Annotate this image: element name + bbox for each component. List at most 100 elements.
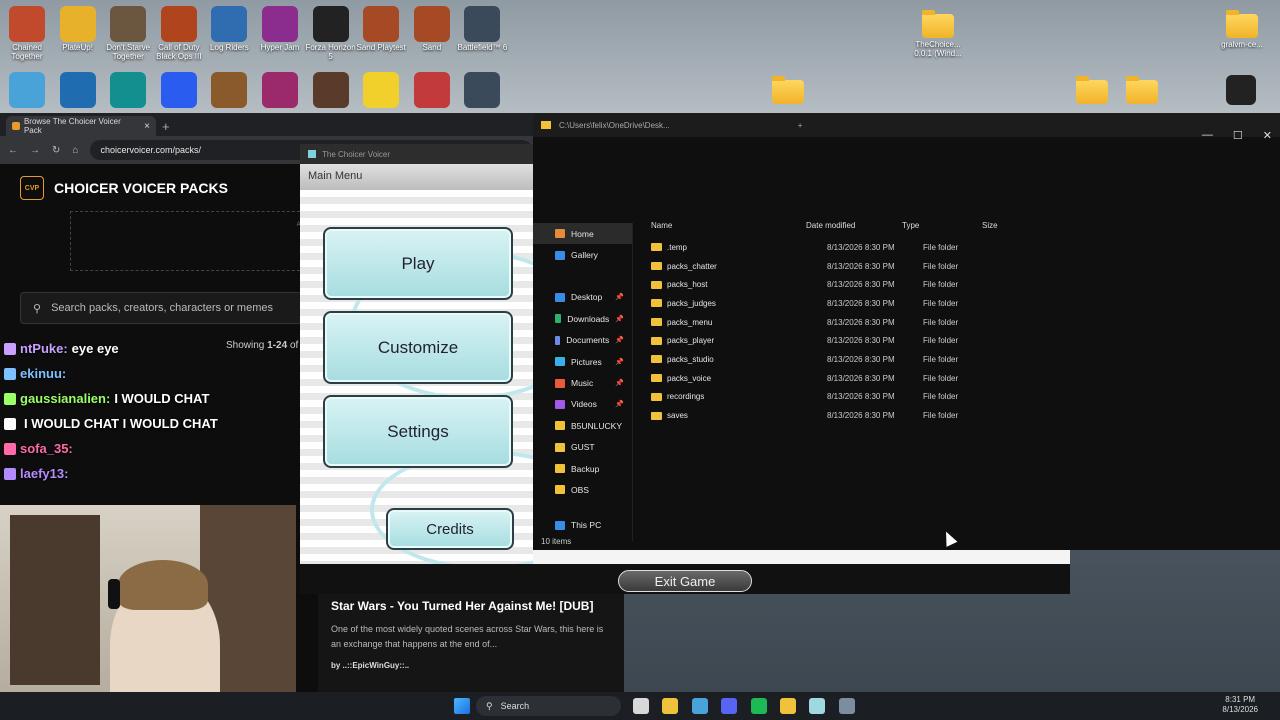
sidebar-item-gust[interactable]: GUST <box>533 437 632 458</box>
desktop-shortcut-label: Sand <box>422 43 442 52</box>
folder-icon <box>555 442 565 452</box>
system-clock[interactable]: 8:31 PM 8/13/2026 <box>1222 695 1258 715</box>
discord-icon[interactable] <box>721 698 738 714</box>
desktop-shortcut[interactable] <box>455 72 509 110</box>
spotify-icon[interactable] <box>750 698 767 714</box>
home-icon[interactable]: ⌂ <box>72 145 78 156</box>
desktop-shortcut[interactable]: Sand Playtest <box>354 6 408 53</box>
desktop-shortcut[interactable]: Battlefield™ 6 <box>455 6 509 53</box>
site-logo[interactable]: CVP <box>20 176 44 200</box>
app-icon <box>9 72 45 108</box>
file-row[interactable]: packs_player 8/13/2026 8:30 PM File folder <box>651 331 1071 350</box>
chatgpt-icon[interactable] <box>1226 75 1256 105</box>
desktop-shortcut[interactable] <box>101 72 155 110</box>
explorer-icon[interactable] <box>780 698 796 714</box>
sidebar-item-b5unlucky[interactable]: B5UNLUCKY <box>533 415 632 436</box>
desktop-shortcut[interactable] <box>51 72 105 110</box>
desktop-folder-label: TheChoice... 0.0.1 (Wind... <box>914 40 962 58</box>
browser-tabbar: Browse The Choicer Voicer Pack × + <box>0 113 540 136</box>
start-icon[interactable] <box>454 698 470 714</box>
widgets-icon[interactable] <box>633 698 649 714</box>
taskbar: ⚲ Search 8:31 PM 8/13/2026 <box>0 692 1280 720</box>
sidebar-item-gallery[interactable]: Gallery <box>533 244 632 265</box>
notepad-icon[interactable] <box>809 698 826 714</box>
sidebar-item-desktop[interactable]: Desktop 📌 <box>533 287 632 308</box>
desktop-shortcut[interactable]: Chained Together <box>0 6 54 62</box>
file-row[interactable]: packs_menu 8/13/2026 8:30 PM File folder <box>651 313 1071 332</box>
desktop-shortcut[interactable]: Hyper Jam <box>253 6 307 53</box>
desktop-shortcut[interactable] <box>0 72 54 110</box>
app-icon <box>464 72 501 108</box>
file-row[interactable]: packs_host 8/13/2026 8:30 PM File folder <box>651 275 1071 294</box>
desktop-folder[interactable] <box>1114 74 1170 107</box>
close-tab-icon[interactable]: × <box>144 121 150 132</box>
file-row[interactable]: saves 8/13/2026 8:30 PM File folder <box>651 406 1071 425</box>
customize-button[interactable]: Customize <box>323 311 513 384</box>
close-icon[interactable]: ✕ <box>1263 129 1272 142</box>
col-size[interactable]: Size <box>982 221 1032 233</box>
col-date[interactable]: Date modified <box>806 221 902 233</box>
minimize-icon[interactable]: — <box>1202 129 1213 142</box>
clock-time: 8:31 PM <box>1225 695 1256 704</box>
sidebar-item-label: OBS <box>571 484 589 495</box>
file-row[interactable]: recordings 8/13/2026 8:30 PM File folder <box>651 388 1071 407</box>
credits-button[interactable]: Credits <box>386 508 514 550</box>
sidebar-item-backup[interactable]: Backup <box>533 458 632 479</box>
taskbar-search-label: Search <box>500 701 530 711</box>
desktop-shortcut[interactable]: Call of Duty Black Ops III <box>152 6 206 62</box>
new-tab-icon[interactable]: + <box>162 119 170 134</box>
pack-search-input[interactable]: ⚲ Search packs, creators, characters or … <box>20 292 310 324</box>
desktop-shortcut[interactable] <box>253 72 307 110</box>
settings-icon[interactable] <box>838 698 855 714</box>
taskbar-search[interactable]: ⚲ Search <box>476 696 621 716</box>
file-row[interactable]: .temp 8/13/2026 8:30 PM File folder <box>651 238 1071 257</box>
sidebar-item-downloads[interactable]: Downloads 📌 <box>533 308 632 329</box>
sidebar-item-documents[interactable]: Documents 📌 <box>533 330 632 351</box>
desktop-shortcut[interactable] <box>152 72 206 110</box>
pack-card[interactable]: Star Wars - You Turned Her Against Me! [… <box>318 592 624 692</box>
reload-icon[interactable]: ↻ <box>52 145 60 156</box>
sidebar-item-music[interactable]: Music 📌 <box>533 372 632 393</box>
maximize-icon[interactable]: ☐ <box>1233 129 1243 142</box>
file-row[interactable]: packs_chatter 8/13/2026 8:30 PM File folde… <box>651 257 1071 276</box>
play-button[interactable]: Play <box>323 227 513 300</box>
desktop-shortcut[interactable] <box>202 72 256 110</box>
sidebar-item-videos[interactable]: Videos 📌 <box>533 394 632 415</box>
browser-tab[interactable]: Browse The Choicer Voicer Pack × <box>6 116 156 136</box>
file-row[interactable]: packs_judges 8/13/2026 8:30 PM File folder <box>651 294 1071 313</box>
desktop-shortcut[interactable]: Sand <box>405 6 459 53</box>
desktop-shortcut[interactable]: Log Riders <box>202 6 256 53</box>
file-date: 8/13/2026 8:30 PM <box>827 261 895 271</box>
chrome-icon[interactable] <box>691 698 708 714</box>
new-tab-icon[interactable]: + <box>798 121 803 130</box>
chat-username: ekinuu: <box>20 366 67 381</box>
col-type[interactable]: Type <box>902 221 982 233</box>
sidebar-item-pictures[interactable]: Pictures 📌 <box>533 351 632 372</box>
desktop-folder[interactable] <box>760 74 816 107</box>
exit-game-button[interactable]: Exit Game <box>618 570 752 592</box>
desktop-shortcut[interactable] <box>304 72 358 110</box>
explorer-tab[interactable]: C:\Users\felix\OneDrive\Desk... + <box>533 113 1280 137</box>
desktop-shortcut[interactable] <box>354 72 408 110</box>
site-title[interactable]: CHOICER VOICER PACKS <box>54 180 228 196</box>
file-row[interactable]: packs_studio 8/13/2026 8:30 PM File folder <box>651 350 1071 369</box>
desktop-shortcut[interactable]: PlateUp! <box>51 6 105 53</box>
desktop-folder[interactable]: TheChoice... 0.0.1 (Wind... <box>910 8 966 59</box>
desktop-shortcut[interactable] <box>405 72 459 110</box>
desktop-shortcut[interactable]: Forza Horizon 5 <box>304 6 358 62</box>
files-icon[interactable] <box>662 698 679 714</box>
forward-icon[interactable]: → <box>30 145 40 156</box>
desktop-folder[interactable]: gralvm-ce... <box>1214 8 1270 50</box>
settings-button[interactable]: Settings <box>323 395 513 468</box>
chat-username: sofa_35: <box>20 441 73 456</box>
file-date: 8/13/2026 8:30 PM <box>827 411 895 421</box>
desktop-shortcut[interactable]: Don't Starve Together <box>101 6 155 62</box>
file-row[interactable]: packs_voice 8/13/2026 8:30 PM File folder <box>651 369 1071 388</box>
desktop-folder[interactable] <box>1064 74 1120 107</box>
back-icon[interactable]: ← <box>8 145 18 156</box>
sidebar-item-home[interactable]: Home <box>533 223 632 245</box>
sidebar-item-this-pc[interactable]: This PC <box>533 515 632 536</box>
sidebar-item-obs[interactable]: OBS <box>533 479 632 500</box>
explorer-path: C:\Users\felix\OneDrive\Desk... <box>559 120 670 130</box>
col-name[interactable]: Name <box>651 221 806 233</box>
